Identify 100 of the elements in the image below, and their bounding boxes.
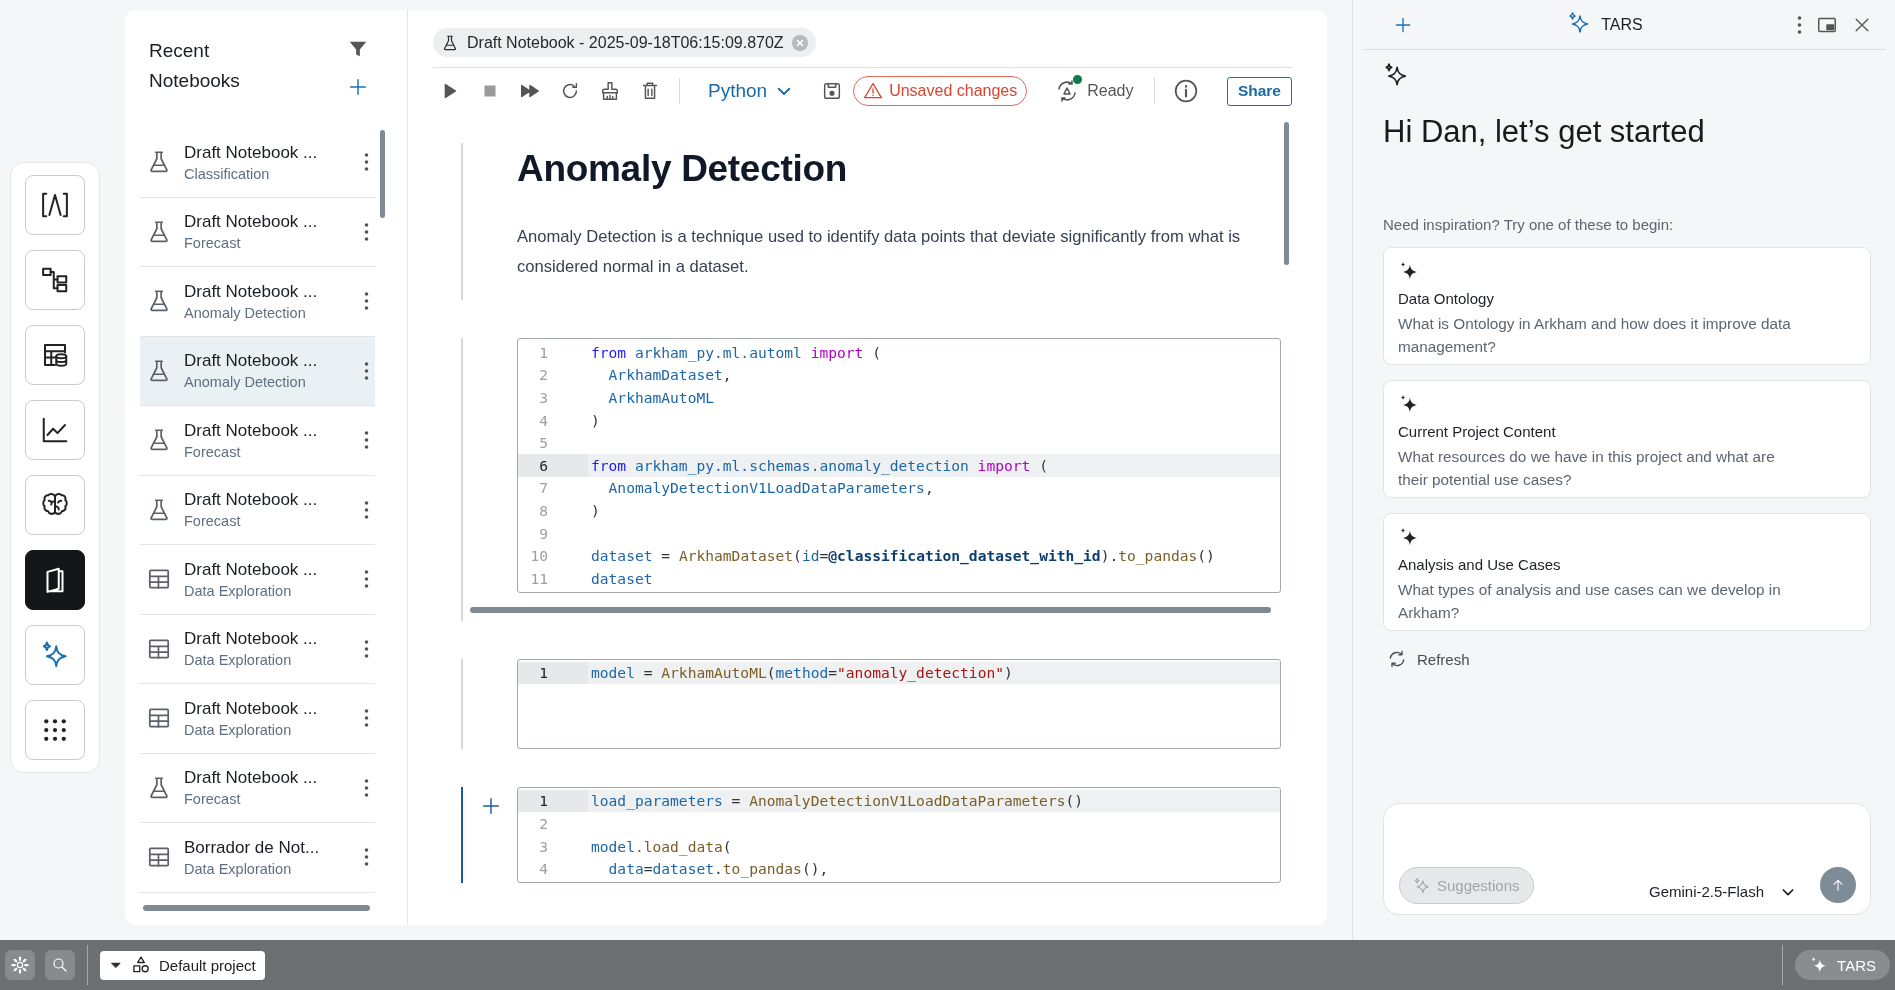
- code-editor[interactable]: [517, 338, 1281, 593]
- kebab-icon: [364, 848, 369, 867]
- notebook-title: Draft Notebook ...: [184, 142, 319, 163]
- code-line: dataset: [590, 568, 654, 589]
- notebook-title: Draft Notebook ...: [184, 351, 319, 372]
- share-button[interactable]: Share: [1226, 76, 1292, 106]
- more-button[interactable]: [364, 778, 369, 797]
- kebab-icon: [364, 570, 369, 589]
- kernel-status: Ready: [1087, 82, 1134, 100]
- notebook-type: Anomaly Detection: [184, 374, 307, 391]
- more-button[interactable]: [364, 570, 369, 589]
- notebook-type: Data Exploration: [184, 652, 293, 669]
- line-number: 9: [538, 523, 549, 544]
- settings-button[interactable]: [5, 950, 35, 980]
- horizontal-scrollbar[interactable]: [470, 606, 1271, 613]
- notebook-type: Forecast: [184, 235, 242, 252]
- chat-input[interactable]: Suggestions Gemini-2.5-Flash: [1383, 803, 1871, 915]
- line-number: 11: [529, 568, 549, 589]
- notebook-type: Anomaly Detection: [184, 304, 307, 321]
- more-button[interactable]: [364, 709, 369, 728]
- notebook-item[interactable]: Draft Notebook ... Data Exploration: [140, 545, 375, 615]
- sparkle-icon: [1413, 876, 1431, 895]
- suggestion-card[interactable]: Analysis and Use Cases What types of analysis and use cases can we develop in Arkham?: [1383, 513, 1871, 631]
- notebook-item[interactable]: Draft Notebook ... Forecast: [140, 753, 375, 823]
- notebook-item[interactable]: Draft Notebook ... Data Exploration: [140, 684, 375, 754]
- notebook-tab[interactable]: Draft Notebook - 2025-09-18T06:15:09.870Z: [433, 28, 816, 57]
- line-number: 6: [518, 453, 588, 477]
- code-line: from arkham_py.ml.automl import (: [590, 342, 882, 364]
- kebab-icon: [364, 709, 369, 728]
- more-button[interactable]: [364, 431, 369, 450]
- settings-icon: [11, 956, 29, 974]
- info-icon: [1172, 78, 1199, 104]
- code-editor[interactable]: 1 load_parameters = AnomalyDetectionV1LoadDataParameters() 2 3 model.load_data( 4 data=dataset.to_pandas(),: [517, 786, 1281, 883]
- code-editor[interactable]: 1 model = ArkhamAutoML(method="anomaly_detection"): [517, 658, 1281, 749]
- search-button[interactable]: [45, 950, 75, 980]
- project-dropdown[interactable]: Default project: [100, 950, 265, 980]
- code-line: AnomalyDetectionV1LoadDataParameters,: [607, 478, 935, 499]
- info-button[interactable]: [1172, 78, 1199, 104]
- line-number: 10: [529, 546, 549, 567]
- more-button[interactable]: [364, 848, 369, 867]
- language-dropdown[interactable]: Python: [708, 80, 794, 102]
- notebook-item[interactable]: Draft Notebook ... Forecast: [140, 475, 375, 545]
- kebab-icon: [364, 500, 369, 519]
- more-button[interactable]: [364, 500, 369, 519]
- notebook-item[interactable]: Draft Notebook ... Anomaly Detection: [140, 267, 375, 337]
- line-number: 2: [538, 365, 549, 386]
- flask-icon: [441, 33, 459, 52]
- horizontal-scrollbar[interactable]: [143, 905, 370, 911]
- notebook-type: Forecast: [184, 443, 242, 460]
- rail-button[interactable]: [25, 550, 85, 610]
- suggestion-card[interactable]: Current Project Content What resources do we have in this project and what are their potential use cases?: [1383, 380, 1871, 498]
- notebook-item[interactable]: Borrador de Not... Data Exploration: [140, 823, 375, 893]
- refresh-button[interactable]: Refresh: [1387, 649, 1470, 669]
- send-button[interactable]: [1820, 867, 1856, 903]
- plus-icon: [347, 76, 369, 98]
- greeting: Hi Dan, let’s get started: [1383, 114, 1706, 150]
- kebab-icon: [1797, 15, 1802, 34]
- notebook-item[interactable]: Draft Notebook ... Forecast: [140, 197, 375, 267]
- notebook-type: Data Exploration: [184, 860, 293, 877]
- vertical-scrollbar[interactable]: [380, 130, 385, 218]
- panel-title: Recent Notebooks: [149, 39, 241, 93]
- code-line: dataset = ArkhamDataset(id=@classification_dataset_with_id).to_pandas(): [590, 546, 1216, 567]
- more-button[interactable]: [364, 361, 369, 380]
- code-line: ArkhamDataset,: [607, 365, 733, 386]
- kebab-icon: [364, 778, 369, 797]
- notebook-item[interactable]: Draft Notebook ... Data Exploration: [140, 614, 375, 684]
- line-number: 8: [538, 500, 549, 521]
- sparkle-icon: [40, 640, 70, 670]
- suggestion-title: Current Project Content: [1398, 423, 1557, 440]
- more-button[interactable]: [364, 153, 369, 172]
- notebook-type: Data Exploration: [184, 721, 293, 738]
- line-number: 3: [538, 388, 549, 408]
- shapes-icon: [131, 955, 151, 975]
- line-chart-icon: [40, 415, 70, 445]
- status-dot: [1073, 75, 1083, 84]
- line-number: 1: [518, 789, 588, 813]
- more-button[interactable]: [1797, 15, 1802, 34]
- line-number: 4: [538, 859, 549, 880]
- suggestion-text: What types of analysis and use cases can we develop in Arkham?: [1398, 580, 1782, 623]
- more-button[interactable]: [364, 222, 369, 241]
- suggestion-title: Analysis and Use Cases: [1398, 556, 1562, 573]
- arrow-up-icon: [1830, 877, 1846, 893]
- code-line: ): [590, 500, 601, 521]
- suggestion-title: Data Ontology: [1398, 290, 1495, 307]
- suggestion-text: What resources do we have in this project and what are their potential use cases?: [1398, 447, 1776, 490]
- notebook-item[interactable]: Draft Notebook ... Classification: [140, 128, 375, 198]
- vertical-scrollbar[interactable]: [1284, 122, 1289, 265]
- kebab-icon: [364, 153, 369, 172]
- add-button[interactable]: [347, 76, 369, 98]
- more-button[interactable]: [364, 639, 369, 658]
- more-button[interactable]: [364, 292, 369, 311]
- notebook-item[interactable]: Draft Notebook ... Forecast: [140, 406, 375, 476]
- suggestion-card[interactable]: Data Ontology What is Ontology in Arkham and how does it improve data management?: [1383, 247, 1871, 365]
- notebook-title: Draft Notebook ...: [184, 559, 319, 580]
- code-line: model.load_data(: [590, 836, 733, 858]
- model-dropdown[interactable]: Gemini-2.5-Flash: [1649, 883, 1797, 900]
- code-line: ): [590, 410, 601, 431]
- notebook-title: Draft Notebook ...: [184, 698, 319, 719]
- notebook-item[interactable]: Draft Notebook ... Anomaly Detection: [140, 336, 375, 406]
- prompt-text: Need inspiration? Try one of these to begin:: [1383, 216, 1675, 233]
